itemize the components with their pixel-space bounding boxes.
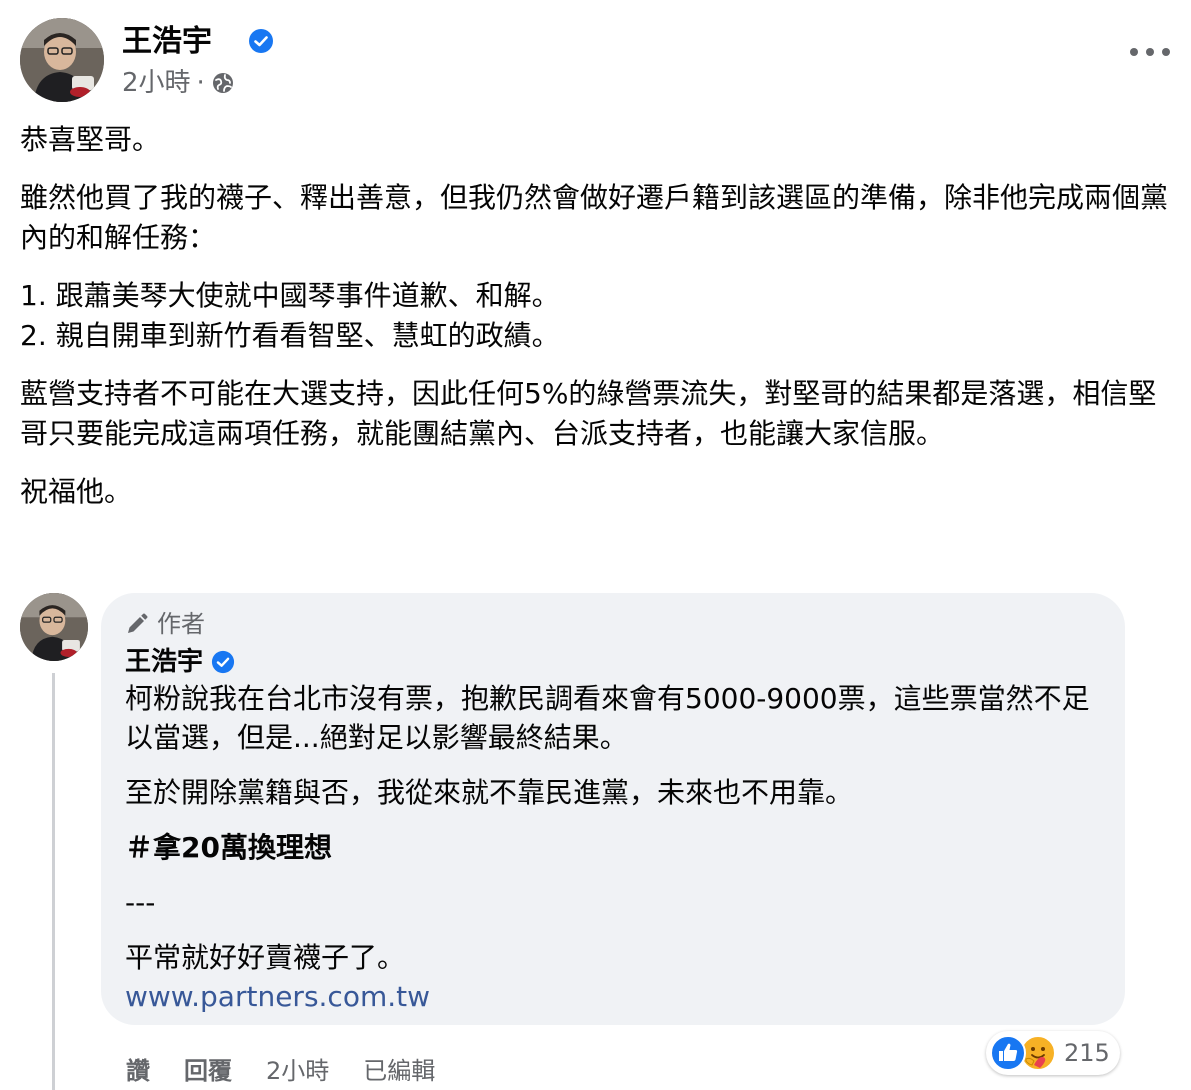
task-list: 1. 跟蕭美琴大使就中國琴事件道歉、和解。 2. 親自開車到新竹看看智堅、慧虹的… — [20, 276, 1178, 356]
comment-link[interactable]: www.partners.com.tw — [125, 980, 430, 1013]
meta-separator: · — [196, 68, 205, 98]
task-item: 1. 跟蕭美琴大使就中國琴事件道歉、和解。 — [20, 279, 560, 312]
post-body: 恭喜堅哥。 雖然他買了我的襪子、釋出善意，但我仍然會做好遷戶籍到該選區的準備，除… — [20, 120, 1178, 530]
comment-avatar[interactable] — [20, 593, 88, 661]
author-name[interactable]: 王浩宇 — [122, 22, 212, 62]
comment-bubble: 作者 王浩宇 柯粉說我在台北市沒有票，抱歉民調看來會有5000-9000票，這些… — [101, 593, 1125, 1025]
post-paragraph: 恭喜堅哥。 — [20, 123, 161, 156]
like-reaction-icon — [990, 1035, 1026, 1071]
verified-icon — [211, 650, 235, 674]
reaction-count: 215 — [1064, 1039, 1110, 1067]
reply-button[interactable]: 回覆 — [184, 1051, 232, 1090]
edited-label[interactable]: 已編輯 — [363, 1051, 435, 1090]
author-badge: 作者 — [125, 607, 1101, 641]
task-item: 2. 親自開車到新竹看看智堅、慧虹的政績。 — [20, 319, 560, 352]
comment-name-row: 王浩宇 — [125, 645, 1101, 679]
post-paragraph: 祝福他。 — [20, 475, 133, 508]
comment-time[interactable]: 2小時 — [266, 1051, 329, 1090]
post-header: 王浩宇 2小時 · — [20, 18, 1170, 104]
comment-paragraph: 至於開除黨籍與否，我從來就不靠民進黨，未來也不用靠。 — [125, 776, 854, 809]
post-time[interactable]: 2小時 — [122, 66, 191, 100]
author-comment: 作者 王浩宇 柯粉說我在台北市沒有票，抱歉民調看來會有5000-9000票，這些… — [20, 593, 1170, 1090]
comment-text: 柯粉說我在台北市沒有票，抱歉民調看來會有5000-9000票，這些票當然不足以當… — [125, 679, 1101, 1016]
verified-icon — [249, 29, 273, 53]
comment-actions: 讚 回覆 2小時 已編輯 — [126, 1051, 469, 1090]
comment-paragraph: 平常就好好賣襪子了。 — [125, 941, 406, 974]
post-paragraph: 藍營支持者不可能在大選支持，因此任何5%的綠營票流失，對堅哥的結果都是落選，相信… — [20, 377, 1157, 450]
author-avatar[interactable] — [20, 18, 104, 102]
post-meta: 2小時 · — [122, 66, 235, 100]
globe-icon[interactable] — [211, 71, 235, 95]
comment-author-name[interactable]: 王浩宇 — [125, 645, 203, 679]
hashtag[interactable]: ＃拿20萬換理想 — [125, 828, 1101, 867]
reactions-summary[interactable]: 215 — [986, 1031, 1120, 1075]
author-badge-label: 作者 — [157, 610, 205, 638]
comment-divider: --- — [125, 886, 156, 919]
more-options-icon[interactable] — [1130, 42, 1170, 62]
thread-line — [52, 673, 55, 1090]
pencil-icon — [128, 613, 148, 633]
like-button[interactable]: 讚 — [126, 1051, 150, 1090]
comment-paragraph: 柯粉說我在台北市沒有票，抱歉民調看來會有5000-9000票，這些票當然不足以當… — [125, 682, 1090, 754]
post-paragraph: 雖然他買了我的襪子、釋出善意，但我仍然會做好遷戶籍到該選區的準備，除非他完成兩個… — [20, 181, 1169, 254]
